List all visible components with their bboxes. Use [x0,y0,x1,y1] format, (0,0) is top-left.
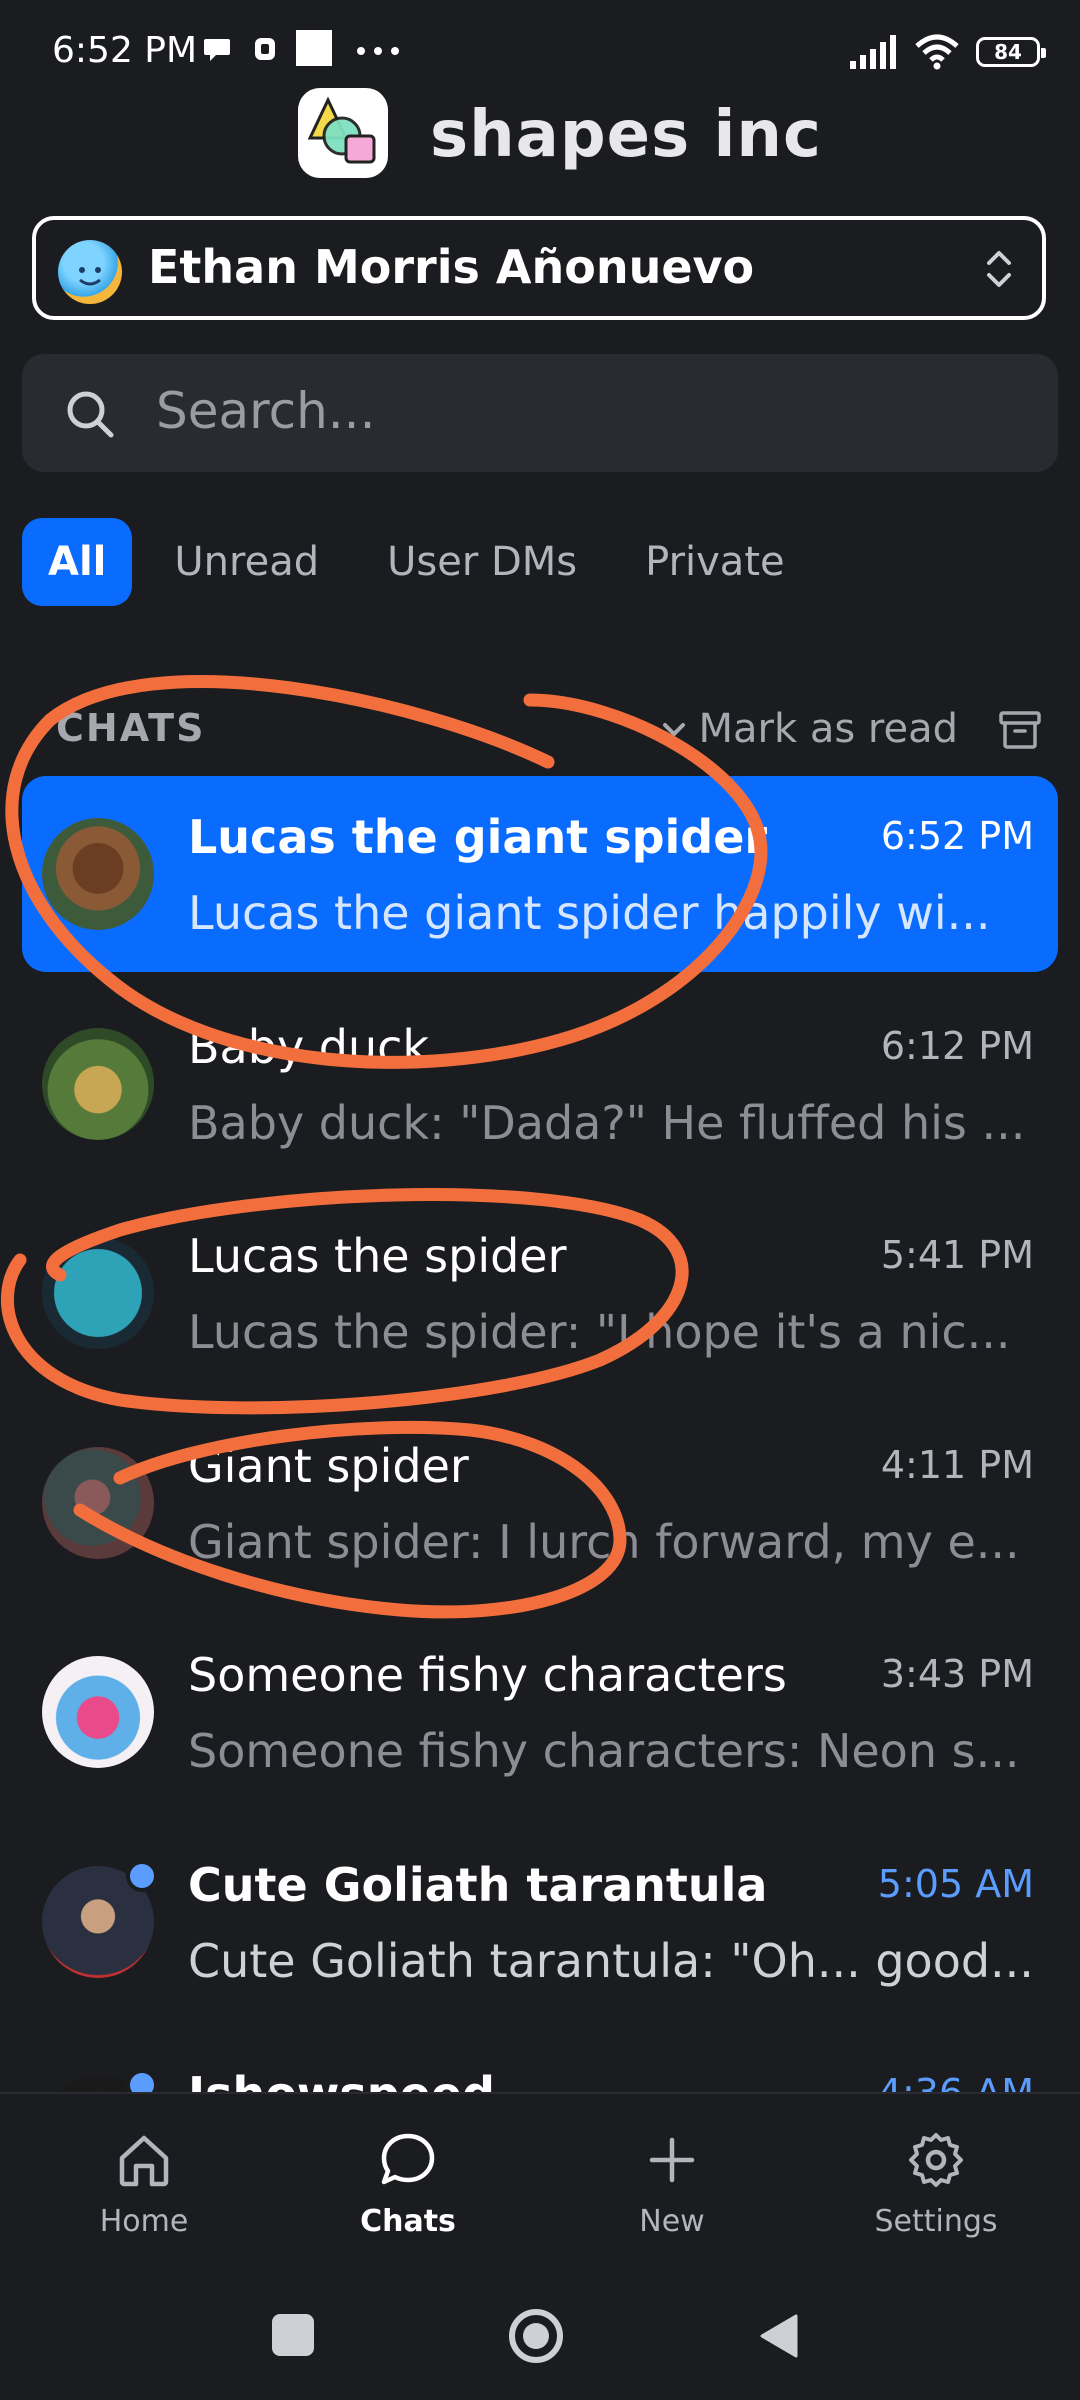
brand-name: shapes inc [430,98,822,172]
filter-tabs: All Unread User DMs Private [22,518,827,606]
nav-home-label: Home [99,2204,189,2239]
home-button[interactable] [506,2306,566,2366]
chat-row[interactable]: Someone fishy characters 3:43 PM Someone… [22,1614,1058,1810]
nav-new-label: New [639,2204,705,2239]
search-icon [67,391,114,438]
nav-chats[interactable]: Chats [308,2130,508,2250]
chat-list: Lucas the giant spider 6:52 PM Lucas the… [0,776,1080,2092]
chat-row[interactable]: Cute Goliath tarantula 5:05 AM Cute Goli… [22,1824,1058,2020]
chat-name: Ishowspeed [188,2067,495,2092]
nav-new[interactable]: New [572,2130,772,2250]
status-bar: 6:52 PM 84 [0,0,1080,100]
chat-name: Lucas the spider [188,1229,567,1283]
account-avatar [58,240,122,304]
chat-name: Giant spider [188,1439,469,1493]
account-name: Ethan Morris Añonuevo [148,240,755,294]
chat-bubble-icon [381,2133,435,2185]
chat-row[interactable]: Lucas the giant spider 6:52 PM Lucas the… [22,776,1058,972]
chat-time: 4:11 PM [880,1443,1034,1487]
status-time: 6:52 PM [52,30,198,71]
wifi-icon [915,34,959,70]
signal-icon [850,35,896,69]
nav-home[interactable]: Home [44,2130,244,2250]
filter-unread[interactable]: Unread [148,518,345,606]
chat-preview: Lucas the spider: "I hope it's a nic... [188,1305,1011,1359]
chat-preview: Baby duck: "Dada?" He fluffed his ... [188,1096,1026,1150]
nav-settings[interactable]: Settings [836,2130,1036,2250]
chats-header: CHATS Mark as read [0,700,1080,760]
avatar [42,818,154,930]
chevron-down-icon [662,723,685,737]
brand-header: shapes inc [0,88,1080,178]
avatar [42,1028,154,1140]
filter-all[interactable]: All [22,518,133,606]
chat-preview: Lucas the giant spider happily wi... [188,886,991,940]
chat-time: 6:52 PM [880,814,1034,858]
home-icon [119,2135,169,2187]
chat-bubble-icon [204,39,230,61]
avatar [42,1656,154,1768]
chat-name: Cute Goliath tarantula [188,1858,768,1912]
filter-user-dms[interactable]: User DMs [361,518,603,606]
archive-icon[interactable] [998,708,1042,752]
chat-time: 5:05 AM [877,1862,1034,1906]
account-selector[interactable]: Ethan Morris Añonuevo [32,216,1046,320]
nav-chats-label: Chats [360,2204,456,2239]
mark-as-read-button[interactable]: Mark as read [659,706,959,752]
chat-name: Someone fishy characters [188,1648,787,1702]
chats-title: CHATS [56,706,206,750]
chat-time: 5:41 PM [880,1233,1034,1277]
back-button[interactable] [756,2312,804,2360]
search-placeholder: Search... [156,382,376,440]
chat-preview: Someone fishy characters: Neon s... [188,1724,1020,1778]
chat-preview: Giant spider: I lurch forward, my e... [188,1515,1020,1569]
bottom-nav: Home Chats New Settings [0,2092,1080,2270]
chat-row[interactable]: Lucas the spider 5:41 PM Lucas the spide… [22,1195,1058,1391]
recents-button[interactable] [272,2314,314,2356]
filter-private[interactable]: Private [619,518,810,606]
avatar [42,1237,154,1349]
chat-name: Lucas the giant spider [188,810,768,864]
white-square-icon [296,30,332,66]
plus-icon [649,2137,695,2183]
chat-preview: Cute Goliath tarantula: "Oh... good... [188,1934,1034,1988]
chat-time: 4:36 AM [878,2071,1034,2092]
chat-row[interactable]: Giant spider 4:11 PM Giant spider: I lur… [22,1405,1058,1601]
app-badge-icon [255,38,275,60]
chat-row[interactable]: Ishowspeed 4:36 AM [22,2033,1058,2092]
avatar [42,1447,154,1559]
chat-name: Baby duck [188,1020,430,1074]
gear-icon [909,2133,963,2187]
more-dots-icon [357,47,399,55]
battery-icon: 84 [976,37,1046,67]
chat-row[interactable]: Baby duck 6:12 PM Baby duck: "Dada?" He … [22,986,1058,1182]
chevron-up-down-icon [987,251,1011,287]
shapes-logo-icon [298,88,388,178]
unread-indicator [126,1860,158,1892]
system-nav-bar [0,2270,1080,2400]
chat-time: 6:12 PM [880,1024,1034,1068]
search-input[interactable]: Search... [22,354,1058,472]
mark-as-read-label: Mark as read [698,706,959,752]
unread-indicator [126,2069,158,2092]
nav-settings-label: Settings [874,2204,998,2239]
chat-time: 3:43 PM [880,1652,1034,1696]
